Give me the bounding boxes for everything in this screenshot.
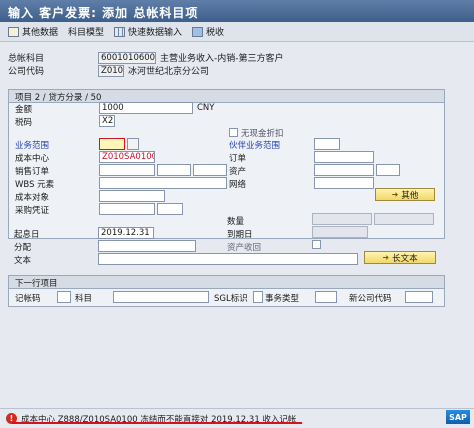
account-label: 科目 [75, 294, 93, 304]
search-help-icon[interactable] [127, 138, 139, 150]
sgl-field[interactable] [253, 291, 263, 303]
network-field[interactable] [314, 177, 374, 189]
fast-entry-icon [114, 26, 126, 37]
cost-center-label: 成本中心 [15, 154, 50, 164]
text-field[interactable] [98, 253, 358, 265]
tax-icon [192, 26, 204, 37]
cash-discount-label: 无现金折扣 [241, 129, 284, 139]
item-panel-title: 项目 2 / 贷方分录 / 50 [9, 90, 444, 103]
amount-field[interactable]: 1000 [99, 102, 193, 114]
sales-order-schedule-field[interactable] [193, 164, 227, 176]
asset-label: 资产 [229, 167, 247, 177]
order-label: 订单 [229, 154, 247, 164]
value-date-field[interactable]: 2019.12.31 [98, 227, 154, 239]
fast-entry-button[interactable]: 快速数据输入 [114, 25, 182, 38]
quantity-field[interactable] [312, 213, 372, 225]
partner-business-area-label: 伙伴业务范围 [229, 141, 281, 151]
order-field[interactable] [314, 151, 374, 163]
due-date-field[interactable] [312, 226, 368, 238]
cost-center-field[interactable]: Z010SA0100 [99, 151, 155, 163]
asset-retirement-label: 资产收回 [227, 243, 262, 253]
posting-key-label: 记帐码 [15, 294, 41, 304]
text-label: 文本 [14, 256, 32, 266]
wbs-field[interactable] [99, 177, 227, 189]
company-code-field[interactable]: Z010 [98, 64, 124, 77]
cash-discount-checkbox[interactable] [229, 128, 238, 137]
next-item-title: 下一行项目 [9, 276, 444, 289]
transaction-type-field[interactable] [315, 291, 337, 303]
more-button-label: 其他 [401, 190, 419, 201]
long-text-button[interactable]: ➜ 长文本 [364, 251, 436, 264]
toolbar: 其他数据 科目模型 快速数据输入 税收 [0, 22, 474, 42]
amount-label: 金额 [15, 105, 33, 115]
fast-entry-label: 快速数据输入 [128, 28, 183, 38]
company-code-desc: 冰河世纪北京分公司 [128, 67, 210, 77]
account-model-button[interactable]: 科目模型 [68, 25, 104, 38]
sales-order-label: 销售订单 [15, 167, 50, 177]
gl-account-label: 总帐科目 [8, 54, 45, 64]
sap-logo: SAP [446, 410, 470, 424]
business-area-label: 业务范围 [15, 141, 50, 151]
value-date-label: 起息日 [14, 230, 40, 240]
next-item-panel: 下一行项目 记帐码 科目 SGL标识 事务类型 新公司代码 [8, 275, 445, 307]
more-button[interactable]: ➜ 其他 [375, 188, 435, 201]
tax-code-field[interactable]: X2 [99, 115, 115, 127]
status-bar: ! 成本中心 Z888/Z010SA0100 冻结而不能直接对 2019.12.… [0, 408, 474, 428]
new-company-label: 新公司代码 [349, 294, 392, 304]
company-code-row: 公司代码 Z010 冰河世纪北京分公司 [8, 64, 209, 77]
new-company-field[interactable] [405, 291, 433, 303]
cost-object-field[interactable] [99, 190, 165, 202]
partner-business-area-field[interactable] [314, 138, 340, 150]
gl-account-desc: 主营业务收入-内销-第三方客户 [160, 54, 284, 64]
due-date-label: 到期日 [227, 230, 253, 240]
other-data-icon [8, 26, 19, 37]
asset-retirement-checkbox[interactable] [312, 240, 321, 249]
long-text-button-label: 长文本 [392, 253, 418, 264]
wbs-label: WBS 元素 [15, 180, 55, 190]
quantity-unit-field[interactable] [374, 213, 434, 225]
quantity-label: 数量 [227, 217, 245, 227]
assignment-field[interactable] [98, 240, 196, 252]
other-data-button[interactable]: 其他数据 [8, 25, 58, 38]
sales-order-field[interactable] [99, 164, 155, 176]
other-data-label: 其他数据 [22, 28, 59, 38]
sales-order-item-field[interactable] [157, 164, 191, 176]
posting-key-field[interactable] [57, 291, 71, 303]
sgl-label: SGL标识 [214, 294, 248, 304]
tax-label: 税收 [206, 28, 225, 38]
account-model-label: 科目模型 [68, 28, 105, 38]
arrow-right-icon: ➜ [382, 253, 390, 262]
arrow-right-icon: ➜ [391, 190, 399, 199]
tax-code-label: 税码 [15, 118, 33, 128]
currency-label: CNY [197, 103, 215, 113]
transaction-type-label: 事务类型 [265, 294, 300, 304]
gl-account-field[interactable]: 6001010600 [98, 51, 156, 64]
asset-sub-field[interactable] [376, 164, 400, 176]
asset-field[interactable] [314, 164, 374, 176]
network-label: 网络 [229, 180, 247, 190]
purchase-doc-item-field[interactable] [157, 203, 183, 215]
cost-object-label: 成本对象 [15, 193, 50, 203]
gl-account-row: 总帐科目 6001010600 主营业务收入-内销-第三方客户 [8, 51, 284, 64]
status-highlight-underline [12, 422, 302, 424]
tax-button[interactable]: 税收 [192, 25, 224, 38]
window-title: 输入 客户发票: 添加 总帐科目项 [0, 0, 474, 22]
business-area-field[interactable] [99, 138, 125, 150]
company-code-label: 公司代码 [8, 67, 45, 77]
purchase-doc-label: 采购凭证 [15, 206, 50, 216]
account-field[interactable] [113, 291, 209, 303]
assignment-label: 分配 [14, 243, 32, 253]
purchase-doc-field[interactable] [99, 203, 155, 215]
